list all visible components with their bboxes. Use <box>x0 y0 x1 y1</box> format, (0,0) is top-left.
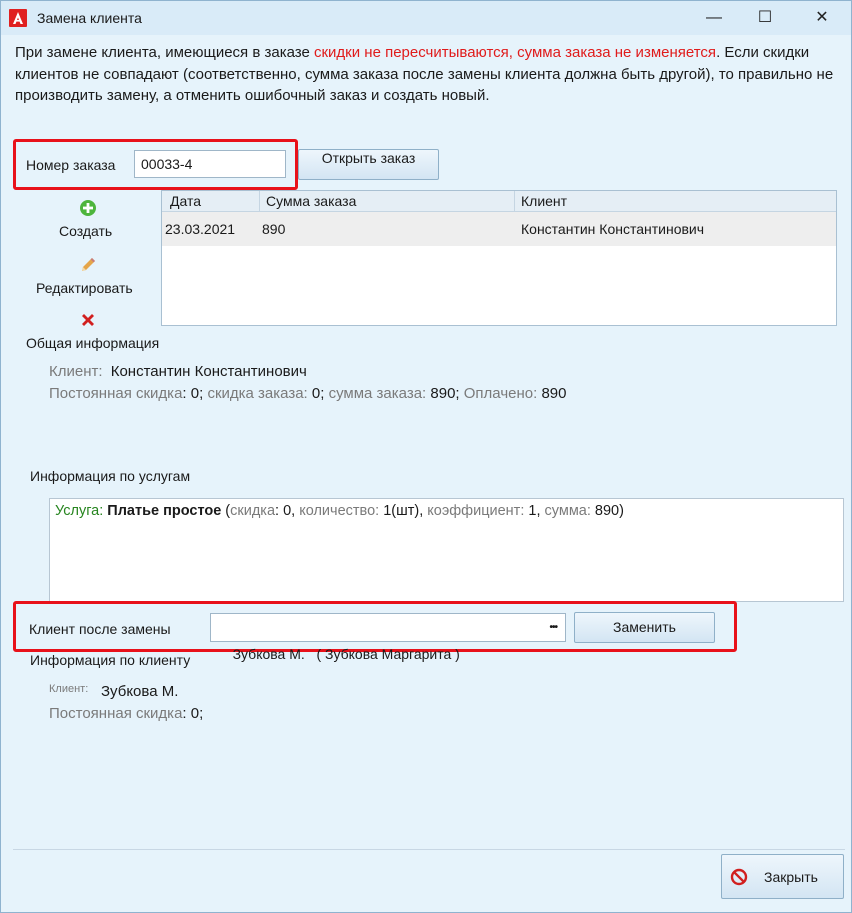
table-row[interactable]: 23.03.2021 890 Константин Константинович <box>162 212 836 246</box>
cell-date: 23.03.2021 <box>165 221 236 237</box>
grid-header: Дата Сумма заказа Клиент <box>162 191 836 212</box>
general-client-value: Константин Константинович <box>110 363 307 380</box>
title-bar: Замена клиента — ☐ ✕ <box>1 1 851 35</box>
ellipsis-icon[interactable]: ••• <box>549 614 557 641</box>
cell-client: Константин Константинович <box>521 221 705 237</box>
order-discount-label: скидка заказа: <box>203 385 308 402</box>
no-entry-icon <box>730 868 748 886</box>
service-coef-value: 1, <box>524 503 545 519</box>
open-order-button[interactable]: Открыть заказ <box>298 149 439 180</box>
service-sum-value: 890) <box>590 503 624 519</box>
minimize-button[interactable]: — <box>691 1 737 35</box>
close-button-label: Закрыть <box>764 869 818 885</box>
service-sum-label: сумма: <box>544 503 591 519</box>
column-header-client[interactable]: Клиент <box>521 193 567 209</box>
client-info-discount-line: Постоянная скидка: 0; <box>49 705 203 722</box>
app-logo-icon <box>9 9 27 27</box>
general-client-line: Клиент: Константин Константинович <box>49 363 307 380</box>
replace-client-value: Зубкова М. ( Зубкова Маргарита ) <box>232 646 460 662</box>
client-info-discount-value: : 0; <box>182 705 204 722</box>
service-qty-value: 1(шт), <box>379 503 428 519</box>
service-discount-label: скидка <box>230 503 276 519</box>
general-client-label: Клиент: <box>49 363 103 380</box>
service-qty-label: количество: <box>299 503 380 519</box>
service-coef-label: коэффициент: <box>427 503 525 519</box>
notice-text-start: При замене клиента, имеющиеся в заказе <box>15 44 314 61</box>
edit-button[interactable]: Редактировать <box>36 280 133 296</box>
discount-value: : 0; <box>182 385 204 402</box>
paid-label: Оплачено: <box>459 385 538 402</box>
order-sum-value: 890; <box>426 385 460 402</box>
footer-separator <box>13 849 845 850</box>
create-button[interactable]: Создать <box>59 223 112 239</box>
replace-client-input[interactable]: Зубкова М. ( Зубкова Маргарита ) ••• <box>210 613 566 662</box>
cell-sum: 890 <box>262 221 286 237</box>
add-icon[interactable] <box>79 199 97 217</box>
service-discount-value: : 0, <box>275 503 300 519</box>
replace-client-label: Клиент после замены <box>29 621 171 637</box>
order-sum-label: сумма заказа: <box>324 385 427 402</box>
client-info-client-value: Зубкова М. <box>101 683 179 700</box>
service-name: Платье простое <box>107 503 222 519</box>
close-button[interactable]: Закрыть <box>721 854 844 899</box>
column-header-date[interactable]: Дата <box>170 193 201 209</box>
service-open-paren: ( <box>221 503 231 519</box>
column-separator <box>514 191 515 211</box>
services-box[interactable]: Услуга: Платье простое (скидка: 0, колич… <box>49 498 844 602</box>
column-header-sum[interactable]: Сумма заказа <box>266 193 356 209</box>
discount-label: Постоянная скидка <box>49 385 183 402</box>
general-summary-line: Постоянная скидка: 0; скидка заказа: 0; … <box>49 385 566 402</box>
window-title: Замена клиента <box>37 10 142 26</box>
replace-client-window: Замена клиента — ☐ ✕ При замене клиента,… <box>0 0 852 913</box>
replace-button[interactable]: Заменить <box>574 612 715 643</box>
order-number-input[interactable]: 00033-4 <box>134 150 286 178</box>
close-window-button[interactable]: ✕ <box>799 1 845 35</box>
column-separator <box>259 191 260 211</box>
paid-value: 890 <box>537 385 567 402</box>
delete-icon[interactable] <box>80 312 96 328</box>
order-discount-value: 0; <box>307 385 325 402</box>
warning-notice: При замене клиента, имеющиеся в заказе с… <box>15 42 841 107</box>
maximize-button[interactable]: ☐ <box>742 1 788 35</box>
client-info-client-label: Клиент: <box>49 683 89 695</box>
client-info-heading: Информация по клиенту <box>30 652 191 668</box>
service-line: Услуга: Платье простое (скидка: 0, колич… <box>55 503 624 519</box>
service-label: Услуга: <box>55 503 104 519</box>
client-info-discount-label: Постоянная скидка <box>49 705 183 722</box>
orders-grid[interactable]: Дата Сумма заказа Клиент 23.03.2021 890 … <box>161 190 837 326</box>
order-number-label: Номер заказа <box>26 157 116 173</box>
edit-pencil-icon[interactable] <box>79 256 97 274</box>
general-info-heading: Общая информация <box>26 335 160 351</box>
notice-text-highlight: скидки не пересчитываются, сумма заказа … <box>313 44 717 61</box>
services-heading: Информация по услугам <box>30 468 191 484</box>
